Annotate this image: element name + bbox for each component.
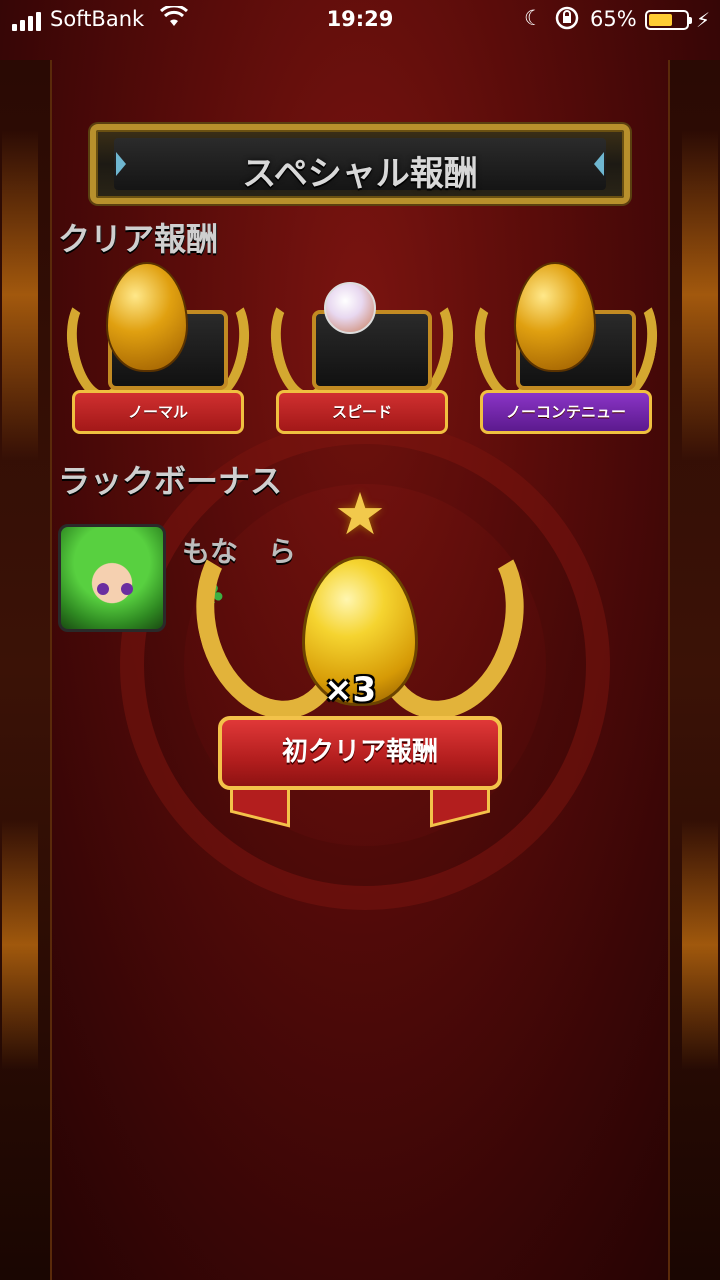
avatar-eye-left [97,583,109,595]
golden-egg-icon [106,262,188,372]
charging-icon: ⚡ [696,8,711,32]
reward-count: ×3 [324,670,377,710]
star-icon: ★ [334,480,386,548]
clear-rewards-label: クリア報酬 [58,220,219,258]
reward-speed-label: スピード [276,390,448,434]
left-frame-glow-lower [2,820,38,1070]
right-frame-glow-lower [682,820,718,1070]
reward-normal[interactable]: ノーマル [58,262,258,462]
battery-fill [649,14,673,26]
avatar-eye-right [121,583,133,595]
reward-speed[interactable]: スピード [262,262,462,462]
orientation-lock-icon [555,6,579,35]
status-bar: SoftBank 19:29 ☾ 65% ⚡ [0,0,720,40]
battery-percent: 65% [590,7,637,31]
monster-avatar[interactable] [58,524,166,632]
battery-icon [645,10,692,30]
reward-no-continue-label: ノーコンテニュー [480,390,652,434]
reward-no-continue[interactable]: ノーコンテニュー [466,262,666,462]
orb-icon [324,282,376,334]
first-clear-reward-popup[interactable]: ★ ×3 初クリア報酬 [176,480,544,840]
reward-normal-label: ノーマル [72,390,244,434]
left-frame-glow [2,130,38,460]
golden-egg-icon [514,262,596,372]
do-not-disturb-icon: ☾ [524,6,543,30]
first-clear-ribbon-label: 初クリア報酬 [218,716,502,790]
page-title: スペシャル報酬 [242,154,478,194]
title-banner: スペシャル報酬 [90,124,630,204]
game-screen: SoftBank 19:29 ☾ 65% ⚡ スペシャル報酬 クリア報酬 ノーマ… [0,0,720,1280]
right-frame-glow [682,130,718,460]
